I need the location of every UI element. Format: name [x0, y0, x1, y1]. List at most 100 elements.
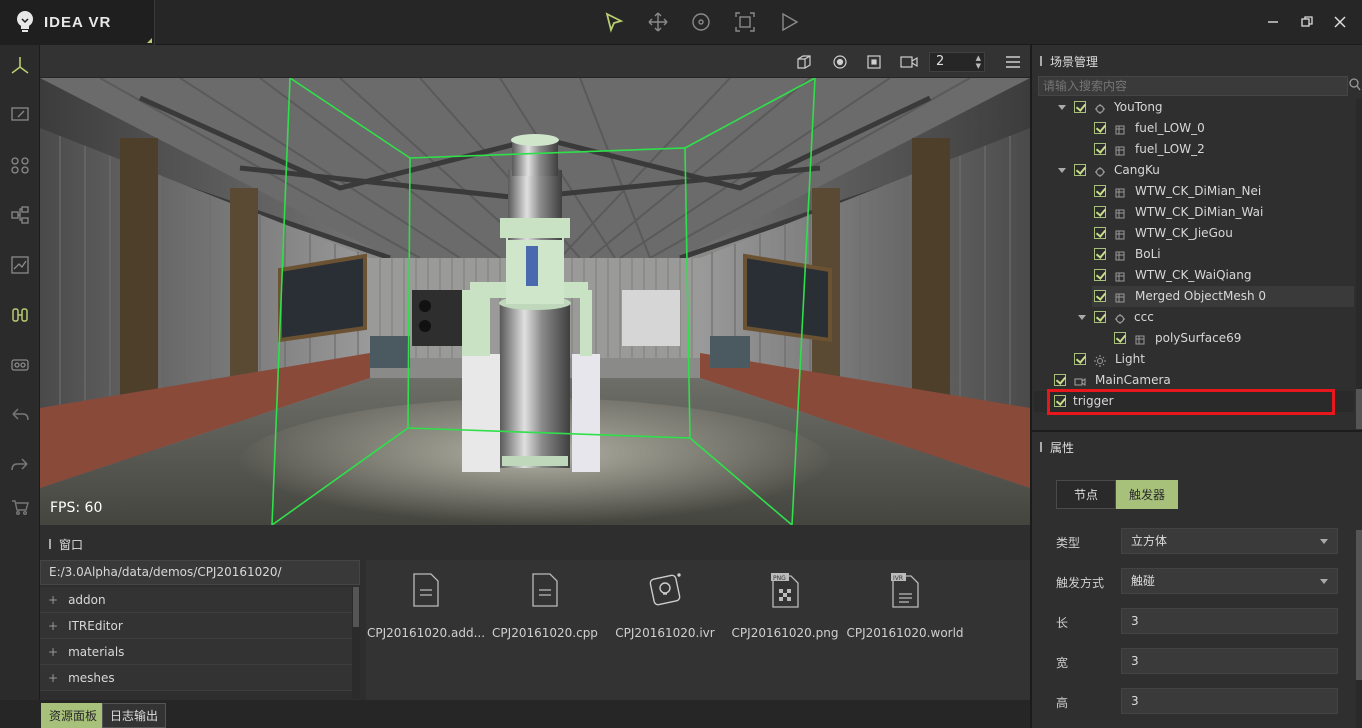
rotate-icon[interactable] — [689, 10, 713, 34]
tree-node[interactable]: MainCamera — [1034, 370, 1354, 391]
nodes-icon[interactable] — [8, 153, 32, 177]
tree-node[interactable]: fuel_LOW_0 — [1034, 118, 1354, 139]
resource-path-field[interactable]: E:/3.0Alpha/data/demos/CPJ20161020/ — [40, 560, 360, 585]
vr-device-icon[interactable] — [8, 303, 32, 327]
mesh-icon — [1114, 206, 1126, 219]
tree-node[interactable]: YouTong — [1034, 97, 1354, 118]
chevron-down-icon — [1320, 539, 1328, 544]
expand-arrow-icon[interactable] — [1058, 105, 1066, 110]
file-item[interactable]: CPJ20161020.add... — [366, 570, 486, 640]
expand-arrow-icon[interactable] — [1058, 168, 1066, 173]
cube-view-icon[interactable] — [793, 51, 815, 73]
chart-icon[interactable] — [8, 253, 32, 277]
type-select[interactable]: 立方体 — [1121, 528, 1338, 554]
file-item[interactable]: IVR CPJ20161020.world — [845, 570, 965, 640]
visibility-checkbox[interactable] — [1094, 185, 1106, 197]
viewport-toolbar — [40, 45, 1030, 78]
mesh-icon — [1114, 122, 1126, 135]
tree-node[interactable]: WTW_CK_DiMian_Nei — [1034, 181, 1354, 202]
minimize-icon[interactable] — [1264, 13, 1282, 31]
frame-icon[interactable] — [863, 51, 885, 73]
close-icon[interactable] — [1331, 13, 1349, 31]
field-label: 长 — [1056, 616, 1069, 630]
tab-resource-panel[interactable]: 资源面板 — [41, 703, 106, 728]
tree-node-selected[interactable]: Merged ObjectMesh 0 — [1092, 286, 1354, 307]
vr-glasses-icon[interactable] — [8, 353, 32, 377]
mesh-icon — [1114, 185, 1126, 198]
visibility-checkbox[interactable] — [1074, 164, 1086, 176]
visibility-checkbox[interactable] — [1094, 143, 1106, 155]
move-icon[interactable] — [646, 10, 670, 34]
tree-node[interactable]: polySurface69 — [1034, 328, 1354, 349]
lightbulb-icon — [14, 10, 36, 37]
camera-target-icon[interactable] — [829, 51, 851, 73]
visibility-checkbox[interactable] — [1094, 269, 1106, 281]
scene-viewport[interactable] — [40, 78, 1030, 525]
expand-arrow-icon[interactable] — [1078, 315, 1086, 320]
redo-icon[interactable] — [8, 453, 32, 477]
camera-number-stepper[interactable]: 2 ▲ ▼ — [929, 52, 985, 72]
highlight-box — [1047, 389, 1335, 415]
tree-scrollbar[interactable] — [1356, 99, 1362, 429]
tree-node[interactable]: WTW_CK_WaiQiang — [1034, 265, 1354, 286]
select-icon[interactable] — [602, 10, 626, 34]
trigger-mode-select[interactable]: 触碰 — [1121, 568, 1338, 594]
visibility-checkbox[interactable] — [1094, 206, 1106, 218]
tree-node[interactable]: ccc — [1034, 307, 1354, 328]
tree-node[interactable]: fuel_LOW_2 — [1034, 139, 1354, 160]
search-icon[interactable] — [1349, 78, 1361, 95]
scene-manager-title: 场景管理 — [1039, 55, 1099, 69]
tree-node[interactable]: BoLi — [1034, 244, 1354, 265]
axis-icon[interactable] — [8, 53, 32, 77]
resource-window-title: 窗口 — [48, 538, 84, 552]
menu-icon[interactable] — [1002, 51, 1024, 73]
visibility-checkbox[interactable] — [1094, 122, 1106, 134]
bottom-tab-bar: 资源面板 日志输出 — [0, 700, 1030, 728]
tree-node[interactable]: WTW_CK_DiMian_Wai — [1034, 202, 1354, 223]
file-item[interactable]: CPJ20161020.cpp — [485, 570, 605, 640]
video-camera-icon[interactable] — [898, 51, 920, 73]
folder-item[interactable]: + ITREditor — [40, 613, 352, 639]
tree-node[interactable]: Light — [1034, 349, 1354, 370]
group-icon — [1094, 164, 1106, 177]
visibility-checkbox[interactable] — [1114, 332, 1126, 344]
visibility-checkbox[interactable] — [1054, 374, 1066, 386]
scale-icon[interactable] — [733, 10, 757, 34]
chevron-down-icon — [1320, 579, 1328, 584]
folder-scrollbar[interactable] — [352, 587, 360, 699]
tab-trigger[interactable]: 触发器 — [1116, 480, 1178, 509]
file-item[interactable]: CPJ20161020.ivr — [605, 570, 725, 640]
visibility-checkbox[interactable] — [1094, 311, 1106, 323]
scene-search-input[interactable] — [1038, 76, 1348, 96]
visibility-checkbox[interactable] — [1094, 248, 1106, 260]
properties-scrollbar[interactable] — [1356, 530, 1362, 728]
mesh-icon — [1114, 143, 1126, 156]
width-input[interactable]: 3 — [1121, 648, 1338, 674]
folder-item[interactable]: + meshes — [40, 665, 352, 691]
spin-arrows-icon[interactable]: ▲ ▼ — [976, 54, 981, 70]
hierarchy-icon[interactable] — [8, 203, 32, 227]
tab-node[interactable]: 节点 — [1056, 480, 1116, 509]
tab-log-output[interactable]: 日志输出 — [102, 703, 167, 728]
cart-icon[interactable] — [8, 495, 32, 519]
visibility-checkbox[interactable] — [1074, 101, 1086, 113]
field-label: 宽 — [1056, 656, 1069, 670]
file-item[interactable]: PNG CPJ20161020.png — [725, 570, 845, 640]
tree-node[interactable]: CangKu — [1034, 160, 1354, 181]
restore-icon[interactable] — [1298, 13, 1316, 31]
title-bar: IDEA VR — [0, 0, 1362, 45]
visibility-checkbox[interactable] — [1094, 290, 1106, 302]
height-input[interactable]: 3 — [1121, 688, 1338, 714]
folder-item[interactable]: + addon — [40, 587, 352, 613]
ivr-file-icon — [605, 570, 725, 610]
visibility-checkbox[interactable] — [1094, 227, 1106, 239]
visibility-checkbox[interactable] — [1074, 353, 1086, 365]
length-input[interactable]: 3 — [1121, 608, 1338, 634]
properties-title: 属性 — [1039, 441, 1075, 455]
edit-icon[interactable] — [8, 103, 32, 127]
undo-icon[interactable] — [8, 403, 32, 427]
tree-node[interactable]: WTW_CK_JieGou — [1034, 223, 1354, 244]
folder-item[interactable]: + materials — [40, 639, 352, 665]
mesh-icon — [1114, 290, 1126, 303]
play-icon[interactable] — [777, 10, 801, 34]
